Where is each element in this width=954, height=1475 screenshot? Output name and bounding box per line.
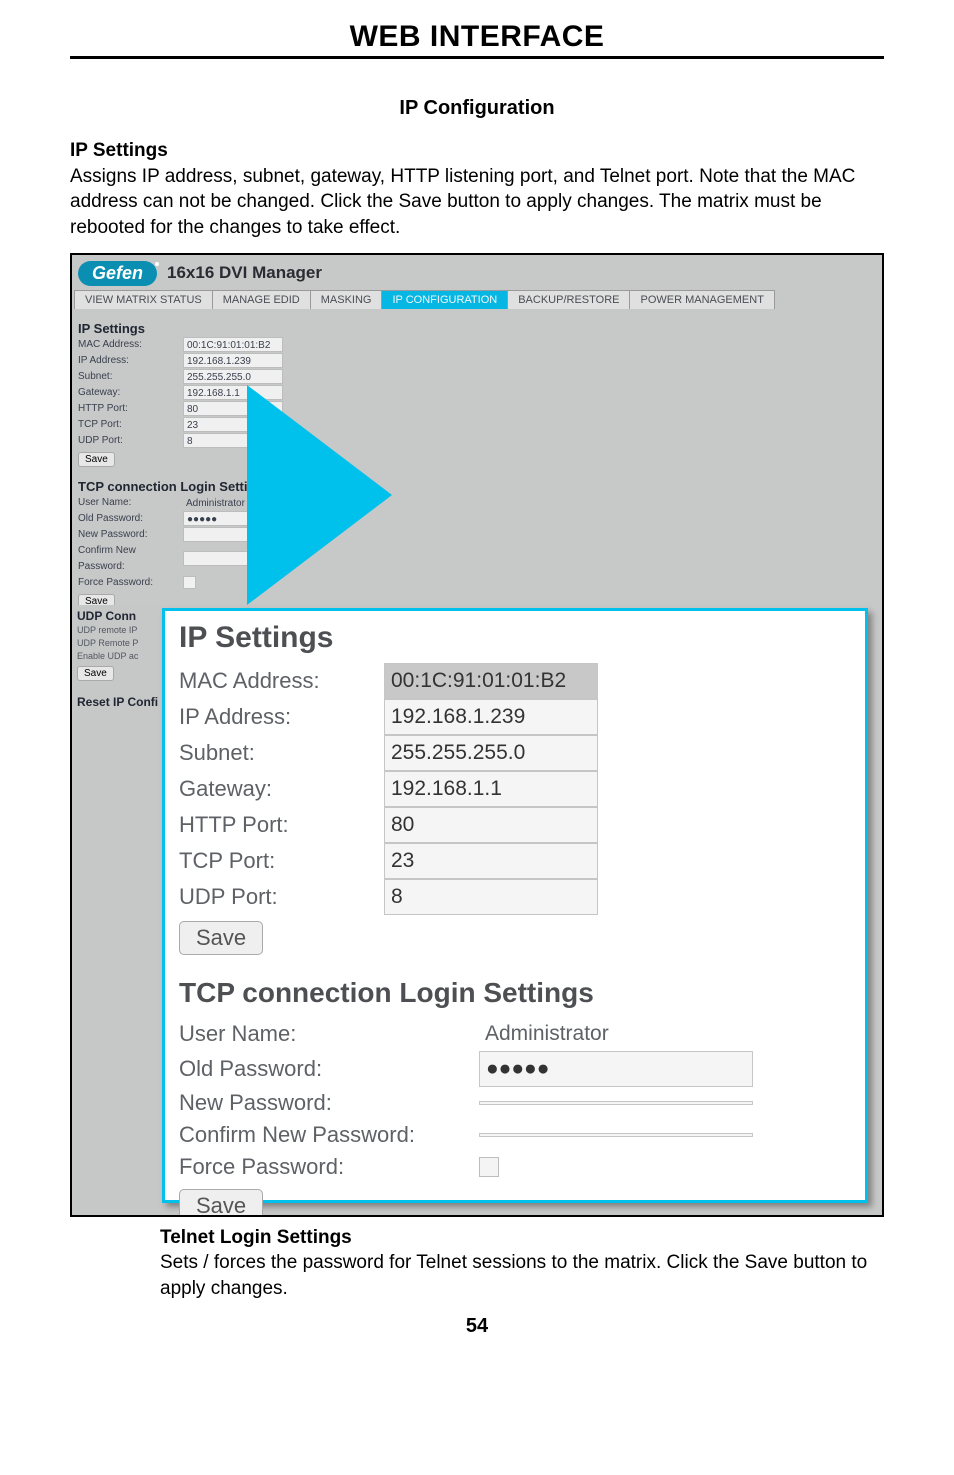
small-ip-label: Subnet:: [78, 369, 183, 385]
small-ip-label: Gateway:: [78, 385, 183, 401]
zoom-tcp-label: Confirm New Password:: [179, 1119, 479, 1151]
zoom-ip-value[interactable]: 192.168.1.239: [384, 699, 598, 735]
intro-heading: IP Settings: [70, 140, 168, 161]
small-tcp-label: Old Password:: [78, 511, 183, 527]
small-ip-value[interactable]: 23: [183, 417, 283, 432]
tab-power-management[interactable]: POWER MANAGEMENT: [629, 290, 774, 309]
small-ip-heading: IP Settings: [78, 321, 876, 336]
zoom-ip-label: IP Address:: [179, 701, 384, 733]
zoom-ip-value[interactable]: 192.168.1.1: [384, 771, 598, 807]
zoom-tcp-save-button[interactable]: Save: [179, 1189, 263, 1217]
page-number: 54: [70, 1315, 884, 1338]
zoom-ip-label: TCP Port:: [179, 845, 384, 877]
small-ip-label: MAC Address:: [78, 337, 183, 353]
zoom-ip-value[interactable]: 8: [384, 879, 598, 915]
zoom-callout-panel: IP Settings MAC Address:00:1C:91:01:01:B…: [162, 608, 868, 1203]
small-tcp-label: New Password:: [78, 527, 183, 543]
zoom-ip-label: Subnet:: [179, 737, 384, 769]
udp-save-cut[interactable]: Save: [77, 666, 114, 681]
small-tcp-value[interactable]: [183, 551, 283, 566]
page-subtitle: IP Configuration: [70, 97, 884, 120]
udp-row-cut: UDP Remote P: [74, 637, 164, 650]
zoom-ip-value[interactable]: 255.255.255.0: [384, 735, 598, 771]
small-ip-value[interactable]: 8: [183, 433, 283, 448]
zoom-ip-value[interactable]: 80: [384, 807, 598, 843]
tab-ip-configuration[interactable]: IP CONFIGURATION: [381, 290, 507, 309]
zoom-ip-value[interactable]: 23: [384, 843, 598, 879]
small-ip-label: UDP Port:: [78, 433, 183, 449]
brand-logo: Gefen: [78, 261, 157, 286]
zoom-tcp-label: Old Password:: [179, 1053, 479, 1085]
force-password-checkbox[interactable]: [183, 576, 196, 589]
tab-view-matrix-status[interactable]: VIEW MATRIX STATUS: [74, 290, 212, 309]
small-tcp-label: Force Password:: [78, 575, 183, 591]
small-tcp-label: Confirm New Password:: [78, 543, 183, 575]
intro-text: Assigns IP address, subnet, gateway, HTT…: [70, 166, 855, 238]
zoom-ip-label: UDP Port:: [179, 881, 384, 913]
tab-backup-restore[interactable]: BACKUP/RESTORE: [507, 290, 629, 309]
small-ip-value[interactable]: 192.168.1.239: [183, 353, 283, 368]
small-ip-label: IP Address:: [78, 353, 183, 369]
udp-row-cut: Enable UDP ac: [74, 650, 164, 663]
zoom-ip-value: 00:1C:91:01:01:B2: [384, 663, 598, 699]
zoom-tcp-heading: TCP connection Login Settings: [179, 977, 851, 1009]
zoom-tcp-label: Force Password:: [179, 1151, 479, 1183]
brand-title: 16x16 DVI Manager: [167, 263, 322, 283]
zoom-ip-heading: IP Settings: [179, 621, 851, 655]
small-tcp-heading: TCP connection Login Settings: [78, 479, 876, 494]
small-ip-save-button[interactable]: Save: [78, 452, 115, 467]
tab-manage-edid[interactable]: MANAGE EDID: [212, 290, 310, 309]
udp-row-cut: UDP remote IP: [74, 624, 164, 637]
small-config-panel: IP Settings MAC Address:00:1C:91:01:01:B…: [72, 309, 882, 615]
zoom-ip-label: MAC Address:: [179, 665, 384, 697]
zoom-tcp-value: Administrator: [479, 1017, 615, 1051]
small-tcp-value: Administrator: [183, 496, 281, 509]
small-ip-value[interactable]: 80: [183, 401, 283, 416]
small-ip-value[interactable]: 192.168.1.1: [183, 385, 283, 400]
small-tcp-label: User Name:: [78, 495, 183, 511]
zoom-tcp-input[interactable]: ●●●●●: [479, 1051, 753, 1087]
zoom-tcp-input[interactable]: [479, 1101, 753, 1105]
small-ip-value: 00:1C:91:01:01:B2: [183, 337, 283, 352]
zoom-tcp-input[interactable]: [479, 1133, 753, 1137]
zoom-ip-label: HTTP Port:: [179, 809, 384, 841]
tab-bar: VIEW MATRIX STATUSMANAGE EDIDMASKINGIP C…: [72, 290, 882, 309]
small-ip-label: TCP Port:: [78, 417, 183, 433]
small-tcp-value[interactable]: [183, 527, 283, 542]
small-ip-value[interactable]: 255.255.255.0: [183, 369, 283, 384]
footer-text: Sets / forces the password for Telnet se…: [160, 1252, 867, 1299]
small-tcp-value[interactable]: ●●●●●: [183, 511, 283, 526]
zoom-tcp-label: User Name:: [179, 1018, 479, 1050]
cutoff-left-strip: UDP Conn UDP remote IP UDP Remote P Enab…: [74, 605, 164, 1213]
zoom-tcp-label: New Password:: [179, 1087, 479, 1119]
footer-heading: Telnet Login Settings: [160, 1227, 352, 1248]
zoom-ip-label: Gateway:: [179, 773, 384, 805]
reset-ip-heading-cut: Reset IP Confi: [74, 691, 164, 710]
tab-masking[interactable]: MASKING: [310, 290, 382, 309]
zoom-ip-save-button[interactable]: Save: [179, 921, 263, 955]
udp-heading-cut: UDP Conn: [74, 605, 164, 624]
section-header: WEB INTERFACE: [70, 20, 884, 59]
screenshot-container: Gefen 16x16 DVI Manager VIEW MATRIX STAT…: [70, 253, 884, 1217]
zoom-force-password-checkbox[interactable]: [479, 1157, 499, 1177]
small-ip-label: HTTP Port:: [78, 401, 183, 417]
